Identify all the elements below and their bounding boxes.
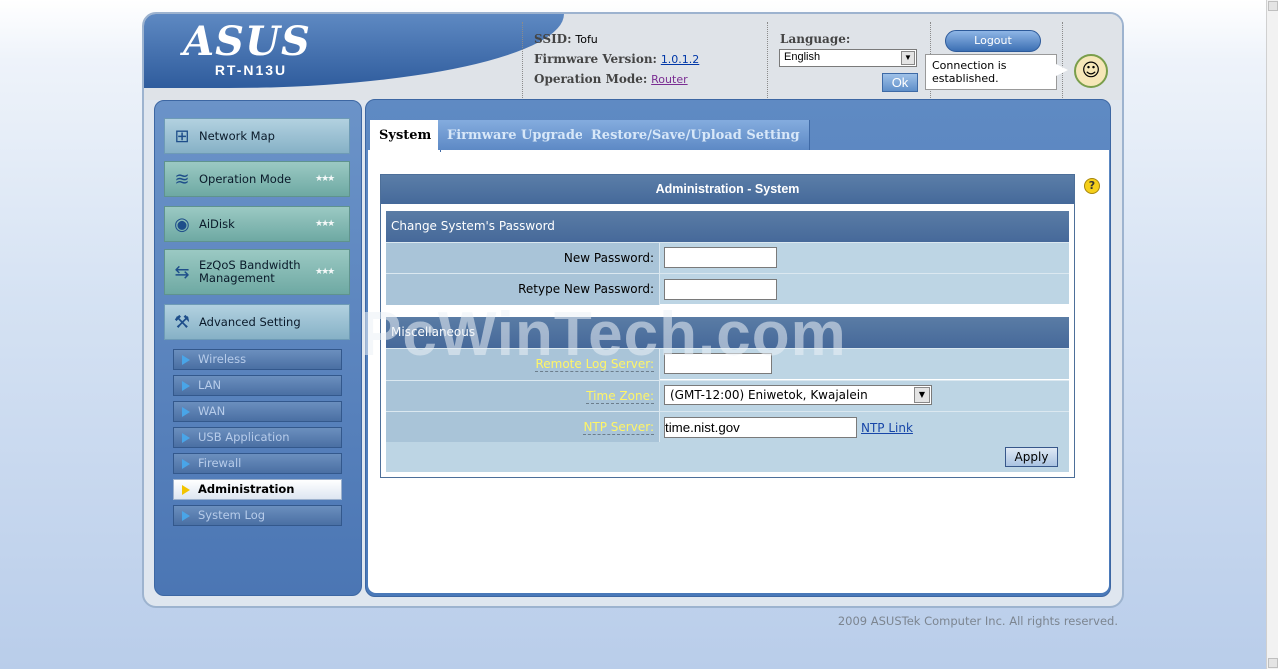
help-icon[interactable]: ? [1084,178,1100,194]
divider [1062,22,1063,98]
tab-restore-save-upload[interactable]: Restore/Save/Upload Setting [582,120,810,150]
ntp-link[interactable]: NTP Link [861,421,913,435]
asus-logo: ASUS [183,18,311,65]
menu-aidisk[interactable]: ◉ AiDisk ★★★ [164,206,350,242]
submenu-system-log[interactable]: System Log [173,505,342,526]
language-select[interactable]: English ▼ [779,49,917,67]
language-label: Language: [780,32,851,46]
watermark: PcWinTech.com [360,300,847,369]
password-section-header: Change System's Password [386,211,1069,242]
stars-icon: ★★★ [315,174,335,184]
submenu-usb-application[interactable]: USB Application [173,427,342,448]
submenu-wireless[interactable]: Wireless [173,349,342,370]
stars-icon: ★★★ [315,219,335,229]
menu-advanced-setting[interactable]: ⚒ Advanced Setting [164,304,350,340]
triangle-icon [182,459,190,469]
apply-button[interactable]: Apply [1005,447,1058,467]
opmode-label: Operation Mode: [534,72,648,86]
ntp-server-field[interactable] [664,417,857,438]
ssid-label: SSID: [534,32,572,46]
timezone-label: Time Zone: [386,381,660,412]
apply-row [386,442,1069,472]
submenu-label: LAN [198,378,222,392]
menu-network-map[interactable]: ⊞ Network Map [164,118,350,154]
menu-label: AiDisk [199,216,235,231]
status-avatar-icon: ☺ [1074,54,1108,88]
timezone-selected: (GMT-12:00) Eniwetok, Kwajalein [670,388,868,402]
scroll-up-arrow[interactable] [1268,1,1278,11]
submenu-label: WAN [198,404,226,418]
tab-system[interactable]: System [370,120,442,152]
menu-label: Operation Mode [199,171,292,186]
router-info: SSID: Tofu Firmware Version: 1.0.1.2 Ope… [522,22,768,98]
disk-icon: ◉ [174,213,190,235]
tab-firmware-upgrade[interactable]: Firmware Upgrade [438,120,594,150]
submenu-label: Firewall [198,456,242,470]
menu-label: Network Map [199,128,275,143]
timezone-label-text[interactable]: Time Zone: [586,389,654,404]
model-name: RT-N13U [214,62,288,78]
retype-password-field[interactable] [664,279,777,300]
firmware-version-link[interactable]: 1.0.1.2 [661,53,699,66]
tools-icon: ⚒ [173,311,191,333]
router-icon: ≋ [174,168,190,190]
language-selected: English [784,51,821,63]
triangle-icon [182,485,190,495]
triangle-icon [182,407,190,417]
submenu-label: Administration [198,482,295,496]
qos-icon: ⇆ [174,261,190,283]
triangle-icon [182,355,190,365]
opmode-row: Operation Mode: Router [534,72,767,92]
ssid-value: Tofu [575,33,598,46]
panel-title: Administration - System [381,175,1074,204]
timezone-select[interactable]: (GMT-12:00) Eniwetok, Kwajalein ▼ [664,385,932,405]
menu-ezqos[interactable]: ⇆ EzQoS Bandwidth Management ★★★ [164,249,350,295]
submenu-label: System Log [198,508,266,522]
submenu-administration[interactable]: Administration [173,479,342,500]
language-ok-button[interactable]: Ok [882,73,918,92]
dropdown-arrow-icon: ▼ [901,51,915,65]
copyright-footer: 2009 ASUSTek Computer Inc. All rights re… [837,614,1118,628]
firmware-label: Firmware Version: [534,52,657,66]
ntp-label: NTP Server: [386,412,660,443]
stars-icon: ★★★ [315,267,335,277]
triangle-icon [182,381,190,391]
network-map-icon: ⊞ [174,125,190,147]
firmware-row: Firmware Version: 1.0.1.2 [534,52,767,72]
bubble-tail [1056,64,1068,76]
new-password-field[interactable] [664,247,777,268]
triangle-icon [182,511,190,521]
dropdown-arrow-icon: ▼ [914,387,930,403]
submenu-label: USB Application [198,430,290,444]
submenu-label: Wireless [198,352,247,366]
ssid-row: SSID: Tofu [534,32,767,52]
menu-label: EzQoS Bandwidth Management [199,258,301,285]
menu-label: Advanced Setting [199,314,301,329]
opmode-link[interactable]: Router [651,73,687,86]
logout-button[interactable]: Logout [945,30,1041,52]
triangle-icon [182,433,190,443]
connection-status-bubble: Connection is established. [925,54,1057,90]
scroll-down-arrow[interactable] [1268,658,1278,668]
submenu-lan[interactable]: LAN [173,375,342,396]
menu-operation-mode[interactable]: ≋ Operation Mode ★★★ [164,161,350,197]
submenu-wan[interactable]: WAN [173,401,342,422]
vertical-scrollbar[interactable] [1266,0,1278,669]
new-password-label: New Password: [386,243,660,274]
submenu-firewall[interactable]: Firewall [173,453,342,474]
ntp-label-text[interactable]: NTP Server: [583,420,654,435]
